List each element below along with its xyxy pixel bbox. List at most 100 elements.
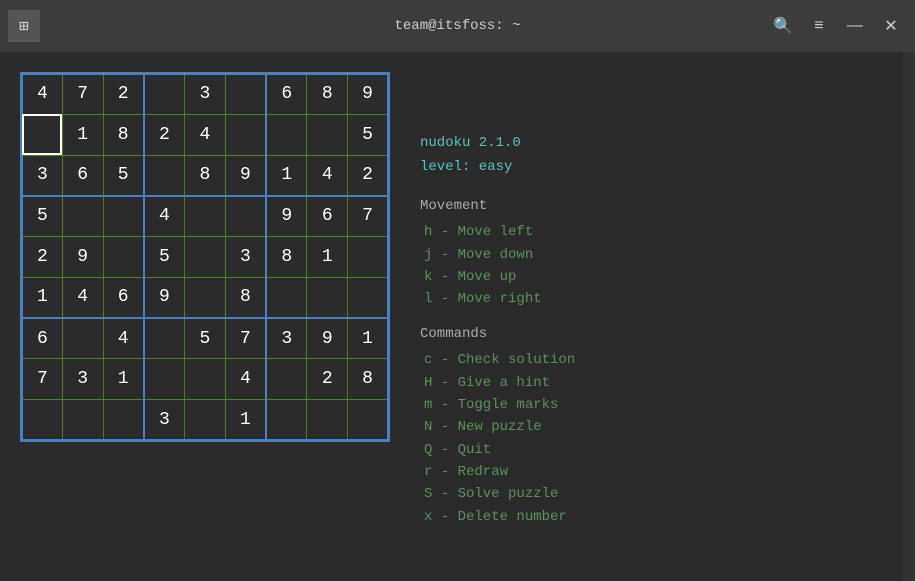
sudoku-cell[interactable]: 7 [22,359,63,400]
scrollbar[interactable] [903,52,915,581]
sudoku-cell[interactable]: 8 [307,74,348,115]
movement-h: h - Move left [420,221,575,243]
sudoku-cell[interactable]: 9 [307,318,348,359]
sudoku-cell[interactable] [307,400,348,441]
sudoku-cell[interactable]: 8 [225,277,266,318]
sudoku-cell[interactable]: 7 [348,196,389,237]
sudoku-cell[interactable] [185,237,226,278]
sudoku-cell[interactable]: 5 [185,318,226,359]
minimize-button[interactable]: — [839,10,871,42]
menu-button[interactable]: ≡ [803,10,835,42]
sudoku-cell[interactable] [103,400,144,441]
sudoku-cell[interactable]: 6 [62,155,103,196]
sudoku-cell[interactable] [348,237,389,278]
sudoku-cell[interactable]: 4 [144,196,185,237]
sudoku-cell[interactable]: 6 [22,318,63,359]
sudoku-cell[interactable]: 3 [225,237,266,278]
sudoku-cell[interactable]: 3 [185,74,226,115]
sudoku-cell[interactable]: 5 [144,237,185,278]
commands-section: Commands c - Check solution H - Give a h… [420,323,575,529]
table-row: 14698 [22,277,389,318]
sudoku-cell[interactable]: 2 [307,359,348,400]
sudoku-cell[interactable]: 9 [225,155,266,196]
sudoku-cell[interactable]: 2 [22,237,63,278]
sudoku-cell[interactable]: 2 [144,114,185,155]
sudoku-cell[interactable]: 1 [307,237,348,278]
sudoku-cell[interactable] [266,400,307,441]
sudoku-cell[interactable]: 1 [348,318,389,359]
sudoku-cell[interactable]: 5 [348,114,389,155]
sudoku-cell[interactable] [62,196,103,237]
sudoku-cell[interactable]: 4 [185,114,226,155]
sudoku-cell[interactable] [348,400,389,441]
sudoku-cell[interactable]: 2 [103,74,144,115]
close-button[interactable]: ✕ [875,10,907,42]
sudoku-cell[interactable] [62,400,103,441]
table-row: 5 4 967 [22,196,389,237]
sudoku-cell[interactable]: 4 [307,155,348,196]
cmd-x: x - Delete number [420,506,575,528]
cmd-S: S - Solve puzzle [420,483,575,505]
sudoku-cell[interactable]: 4 [225,359,266,400]
sudoku-cell[interactable]: 1 [62,114,103,155]
sudoku-cell[interactable] [22,114,63,155]
sudoku-cell[interactable]: 4 [103,318,144,359]
sudoku-cell[interactable]: 1 [266,155,307,196]
cmd-Q: Q - Quit [420,439,575,461]
sudoku-cell[interactable] [22,400,63,441]
sudoku-cell[interactable] [348,277,389,318]
sudoku-cell[interactable]: 2 [348,155,389,196]
level-line: level: easy [420,156,575,178]
sudoku-cell[interactable]: 1 [225,400,266,441]
sudoku-cell[interactable]: 1 [103,359,144,400]
sudoku-cell[interactable] [225,196,266,237]
sudoku-cell[interactable] [144,318,185,359]
cmd-N: N - New puzzle [420,416,575,438]
sudoku-cell[interactable] [144,74,185,115]
sudoku-cell[interactable]: 6 [103,277,144,318]
sudoku-cell[interactable]: 3 [266,318,307,359]
table-row: 6457391 [22,318,389,359]
sudoku-cell[interactable]: 7 [62,74,103,115]
sudoku-cell[interactable]: 7 [225,318,266,359]
sudoku-cell[interactable]: 9 [266,196,307,237]
sudoku-cell[interactable] [225,74,266,115]
sudoku-cell[interactable]: 9 [348,74,389,115]
titlebar: ⊞ team@itsfoss: ~ 🔍 ≡ — ✕ [0,0,915,52]
sudoku-cell[interactable]: 8 [266,237,307,278]
sudoku-cell[interactable]: 4 [62,277,103,318]
sudoku-cell[interactable]: 3 [144,400,185,441]
sudoku-cell[interactable] [266,114,307,155]
sudoku-cell[interactable] [185,359,226,400]
sudoku-cell[interactable] [144,155,185,196]
sudoku-cell[interactable]: 8 [185,155,226,196]
sudoku-cell[interactable]: 8 [103,114,144,155]
sudoku-cell[interactable] [225,114,266,155]
sudoku-cell[interactable]: 8 [348,359,389,400]
sudoku-cell[interactable] [185,277,226,318]
sudoku-cell[interactable]: 1 [22,277,63,318]
content-area: 4723689182453658914254967295381146986457… [0,52,915,581]
sudoku-cell[interactable]: 4 [22,74,63,115]
sudoku-cell[interactable] [144,359,185,400]
sudoku-cell[interactable] [307,114,348,155]
sudoku-cell[interactable]: 9 [144,277,185,318]
sudoku-cell[interactable]: 6 [307,196,348,237]
sudoku-cell[interactable] [185,400,226,441]
sudoku-cell[interactable] [103,196,144,237]
sudoku-cell[interactable] [185,196,226,237]
sudoku-cell[interactable] [62,318,103,359]
sudoku-cell[interactable] [103,237,144,278]
cmd-c: c - Check solution [420,349,575,371]
sudoku-cell[interactable]: 5 [103,155,144,196]
sudoku-cell[interactable] [266,359,307,400]
search-button[interactable]: 🔍 [767,10,799,42]
sudoku-cell[interactable]: 6 [266,74,307,115]
sudoku-cell[interactable]: 5 [22,196,63,237]
sudoku-cell[interactable]: 3 [62,359,103,400]
sudoku-cell[interactable] [307,277,348,318]
sudoku-cell[interactable] [266,277,307,318]
sudoku-cell[interactable]: 9 [62,237,103,278]
sudoku-cell[interactable]: 3 [22,155,63,196]
sudoku-grid-container: 4723689182453658914254967295381146986457… [20,72,390,561]
